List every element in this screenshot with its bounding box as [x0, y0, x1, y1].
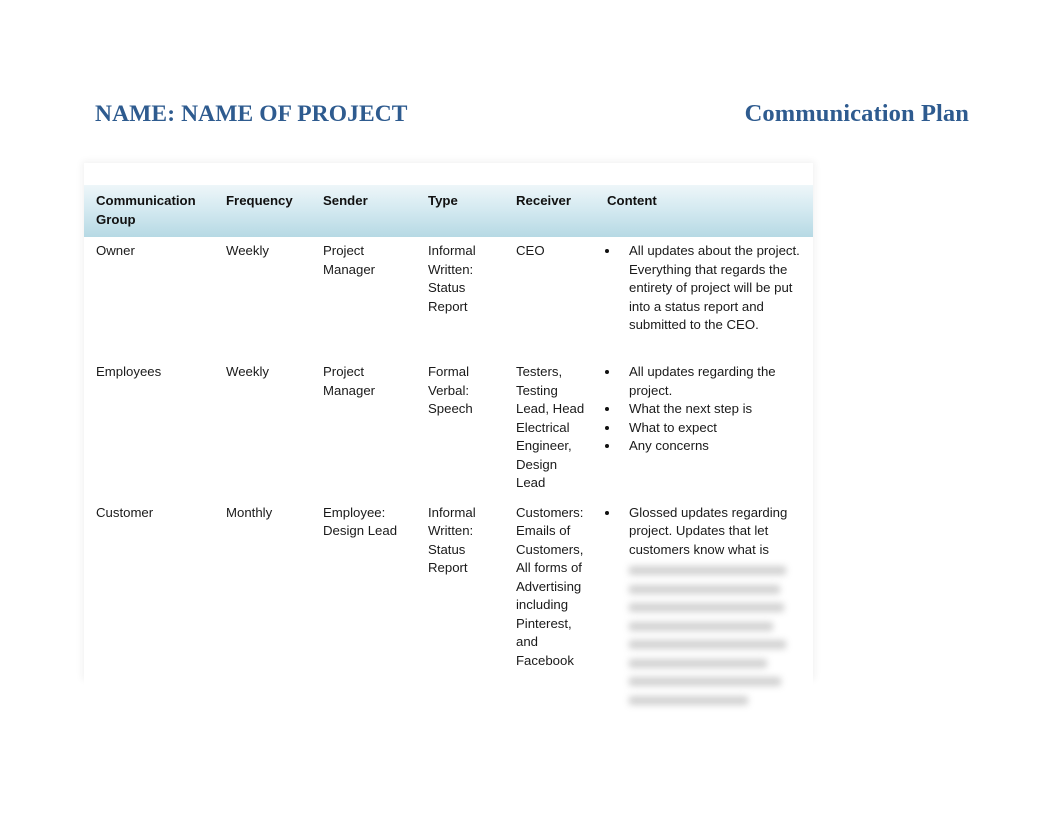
cell-content: Glossed updates regarding project. Updat… [596, 498, 813, 726]
cell-frequency: Weekly [215, 358, 312, 499]
table-row: Employees Weekly Project Manager Formal … [84, 358, 813, 499]
document-header: NAME: NAME OF PROJECT Communication Plan [95, 100, 969, 140]
column-header-type: Type [417, 185, 505, 237]
list-item: All updates about the project. Everythin… [605, 242, 805, 335]
cell-communication-group: Customer [84, 498, 215, 726]
list-item: All updates regarding the project. [605, 363, 805, 400]
table-top-spacer [84, 163, 813, 185]
cell-receiver: Testers, Testing Lead, Head Electrical E… [505, 358, 596, 499]
cell-communication-group: Employees [84, 358, 215, 499]
list-item: What to expect [605, 419, 805, 438]
table-header-row: Communication Group Frequency Sender Typ… [84, 185, 813, 237]
cell-receiver: CEO [505, 237, 596, 358]
project-name-title: NAME: NAME OF PROJECT [95, 101, 408, 127]
list-item: What the next step is [605, 400, 805, 419]
table-body: Owner Weekly Project Manager Informal Wr… [84, 237, 813, 726]
cell-sender: Employee: Design Lead [312, 498, 417, 726]
column-header-communication-group: Communication Group [84, 185, 215, 237]
column-header-frequency: Frequency [215, 185, 312, 237]
content-bullet-list: Glossed updates regarding project. Updat… [605, 504, 805, 560]
cell-type: Informal Written: Status Report [417, 237, 505, 358]
cell-receiver: Customers: Emails of Customers, All form… [505, 498, 596, 726]
list-item: Any concerns [605, 437, 805, 456]
document-page: NAME: NAME OF PROJECT Communication Plan… [0, 0, 1062, 822]
table-header: Communication Group Frequency Sender Typ… [84, 163, 813, 237]
redacted-text-block [629, 566, 786, 705]
communication-plan-table: Communication Group Frequency Sender Typ… [84, 163, 813, 726]
content-bullet-list: All updates regarding the project. What … [605, 363, 805, 456]
cell-type: Formal Verbal: Speech [417, 358, 505, 499]
cell-sender: Project Manager [312, 358, 417, 499]
column-header-content: Content [596, 185, 813, 237]
cell-content: All updates about the project. Everythin… [596, 237, 813, 358]
column-header-sender: Sender [312, 185, 417, 237]
cell-frequency: Monthly [215, 498, 312, 726]
communication-plan-table-container: Communication Group Frequency Sender Typ… [84, 163, 813, 726]
table-row: Owner Weekly Project Manager Informal Wr… [84, 237, 813, 358]
plan-type-title: Communication Plan [744, 100, 969, 127]
cell-content: All updates regarding the project. What … [596, 358, 813, 499]
cell-communication-group: Owner [84, 237, 215, 358]
cell-frequency: Weekly [215, 237, 312, 358]
column-header-receiver: Receiver [505, 185, 596, 237]
content-bullet-list: All updates about the project. Everythin… [605, 242, 805, 335]
list-item: Glossed updates regarding project. Updat… [605, 504, 805, 560]
table-row: Customer Monthly Employee: Design Lead I… [84, 498, 813, 726]
cell-type: Informal Written: Status Report [417, 498, 505, 726]
cell-sender: Project Manager [312, 237, 417, 358]
